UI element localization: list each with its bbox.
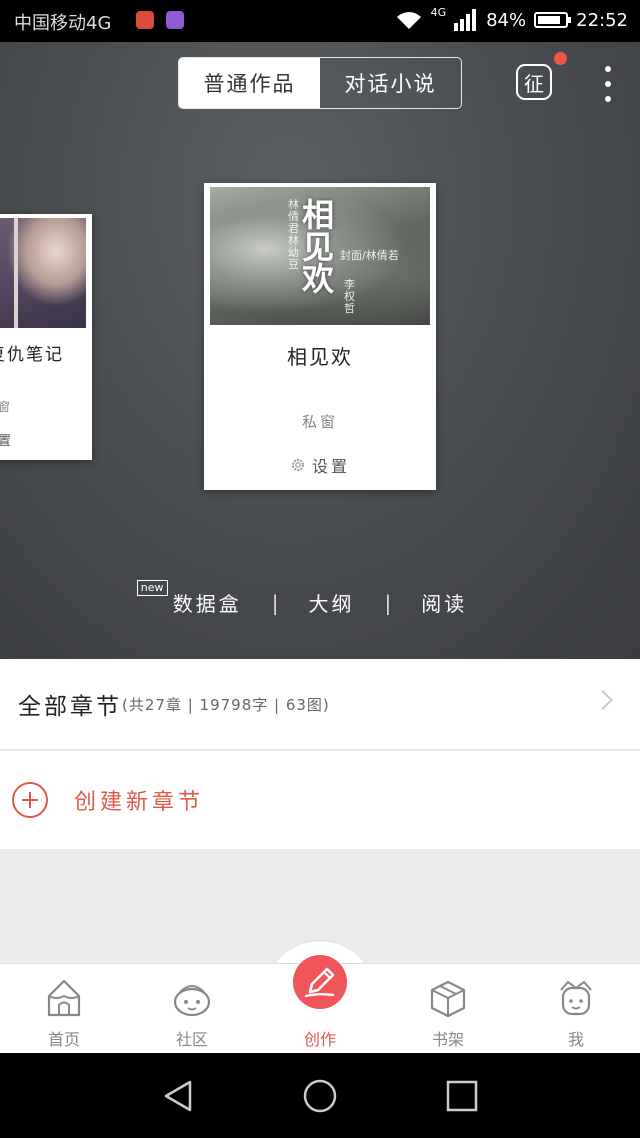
book-actions: new 数据盒 | 大纲 | 阅读 [0, 580, 640, 617]
system-nav-bar [0, 1053, 640, 1138]
all-chapters-row[interactable]: 全部章节 (共27章 | 19798字 | 63图) [0, 659, 640, 750]
more-menu-icon[interactable] [604, 66, 612, 102]
status-right-group: 4G 84% 22:52 [395, 6, 628, 31]
tab-normal-works[interactable]: 普通作品 [179, 58, 320, 108]
data-box-label: 数据盒 [172, 592, 242, 616]
create-chapter-label: 创建新章节 [74, 790, 205, 815]
book-settings-label: 设置 [311, 457, 350, 476]
cover-title-text: 相见欢 [302, 196, 335, 298]
cover-writer-text: 李权哲 [344, 278, 355, 315]
tab-bookshelf-label: 书架 [431, 1030, 464, 1049]
bookshelf-box-icon [430, 980, 466, 1018]
clock: 22:52 [576, 9, 628, 31]
tab-community-label: 社区 [175, 1030, 208, 1049]
outline-link[interactable]: 大纲 [309, 588, 355, 617]
tab-dialogue-novel[interactable]: 对话小说 [320, 58, 461, 108]
new-badge: new [136, 580, 168, 596]
chevron-right-icon [593, 690, 613, 710]
home-icon[interactable] [302, 1078, 338, 1114]
notification-app-icon [136, 11, 154, 29]
read-link[interactable]: 阅读 [421, 588, 467, 617]
book-title: 相见欢 [287, 345, 353, 369]
notification-dot [554, 52, 567, 65]
profile-face-icon [560, 980, 592, 1016]
community-face-icon [173, 985, 211, 1017]
gear-icon [291, 459, 304, 471]
book-title-previous: 复仇笔记 [0, 345, 64, 365]
tab-home-label: 首页 [47, 1030, 80, 1049]
carrier-label: 中国移动4G [14, 13, 112, 34]
all-chapters-label: 全部章节 [18, 694, 122, 720]
tab-home[interactable]: 首页 [0, 964, 128, 1054]
home-tent-icon [47, 979, 81, 1017]
battery-icon [534, 12, 572, 28]
network-type: 4G [430, 6, 447, 19]
tab-create-label: 创作 [303, 1030, 336, 1049]
book-settings-button[interactable]: 设置 [204, 453, 436, 477]
cover-cast-text: 林倩君林幼豆 [288, 198, 299, 271]
book-author-previous: 窗 [0, 400, 14, 414]
divider: | [384, 590, 392, 615]
book-card-current[interactable]: 林倩君林幼豆 相见欢 封面/林倩若 李权哲 相见欢 私窗 设置 [204, 183, 436, 490]
status-bar: 中国移动4G 4G 84% 22:52 [0, 0, 640, 42]
battery-fill [538, 16, 561, 24]
recents-icon[interactable] [444, 1078, 480, 1114]
book-card-previous[interactable]: 复仇笔记 窗 置 [0, 214, 92, 460]
book-cover: 林倩君林幼豆 相见欢 封面/林倩若 李权哲 [210, 187, 430, 325]
book-author: 私窗 [301, 413, 338, 431]
book-settings-previous[interactable]: 置 [0, 430, 92, 449]
plus-circle-icon [12, 782, 48, 818]
battery-percent: 84% [486, 9, 527, 31]
book-settings-previous-label: 置 [0, 434, 15, 449]
tab-bookshelf[interactable]: 书架 [384, 964, 512, 1054]
tab-me[interactable]: 我 [512, 964, 640, 1054]
divider: | [271, 590, 279, 615]
wifi-icon [396, 12, 421, 29]
pen-icon [304, 967, 335, 998]
work-type-switch: 普通作品 对话小说 [178, 57, 462, 109]
create-chapter-row[interactable]: 创建新章节 [0, 751, 640, 849]
chapters-stats: (共27章 | 19798字 | 63图) [122, 695, 330, 714]
book-cover-previous [0, 218, 86, 328]
cover-credit-text: 封面/林倩若 [340, 249, 399, 262]
create-fab[interactable] [293, 955, 347, 1009]
back-icon[interactable] [160, 1078, 196, 1114]
contest-button[interactable]: 征 [516, 64, 552, 100]
data-box-link[interactable]: new 数据盒 [136, 580, 242, 617]
tab-me-label: 我 [567, 1030, 584, 1049]
gallery-notification-icon [166, 11, 184, 29]
tab-community[interactable]: 社区 [128, 964, 256, 1054]
signal-icon [454, 9, 477, 31]
